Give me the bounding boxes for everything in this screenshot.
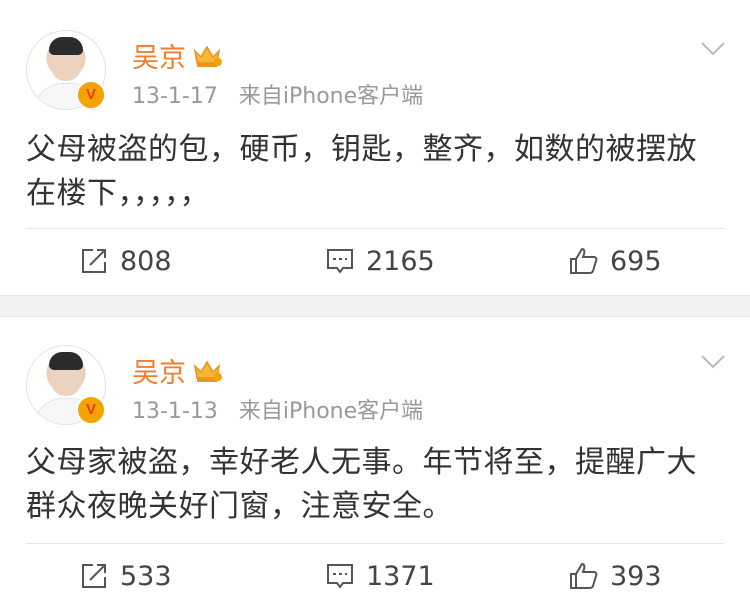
repost-button[interactable]: 808 (0, 236, 250, 286)
repost-count: 533 (120, 560, 172, 592)
repost-icon (82, 249, 106, 273)
avatar[interactable]: V (26, 345, 108, 427)
comment-icon (327, 564, 353, 589)
like-button[interactable]: 695 (500, 236, 750, 286)
like-count: 695 (610, 245, 662, 277)
repost-button[interactable]: 533 (0, 551, 250, 601)
repost-icon (82, 564, 106, 588)
post-card: V 吴京 13-1-17 来自iPhone客户端 父母被盗的包，硬币，钥匙，整齐… (0, 0, 750, 295)
post-text: 父母被盗的包，硬币，钥匙，整齐，如数的被摆放在楼下，，，，， (26, 132, 697, 211)
like-button[interactable]: 393 (500, 551, 750, 601)
thumbs-up-icon (570, 247, 598, 274)
author-row: 吴京 (132, 36, 222, 75)
author-row: 吴京 (132, 351, 222, 390)
author-name[interactable]: 吴京 (132, 351, 186, 390)
action-bar: 533 1371 393 (0, 551, 750, 601)
post-separator (0, 295, 750, 317)
post-meta: 13-1-13 来自iPhone客户端 (132, 393, 423, 425)
post-time: 13-1-17 (132, 84, 218, 109)
comment-button[interactable]: 2165 (250, 236, 500, 286)
comment-button[interactable]: 1371 (250, 551, 500, 601)
verified-badge-icon: V (76, 80, 106, 110)
comment-count: 1371 (366, 560, 435, 592)
post-source: 来自iPhone客户端 (238, 84, 424, 109)
weibo-feed: V 吴京 13-1-17 来自iPhone客户端 父母被盗的包，硬币，钥匙，整齐… (0, 0, 750, 609)
action-bar: 808 2165 695 (0, 236, 750, 286)
post-meta: 13-1-17 来自iPhone客户端 (132, 78, 423, 110)
comment-count: 2165 (366, 245, 435, 277)
author-name[interactable]: 吴京 (132, 36, 186, 75)
thumbs-up-icon (570, 562, 598, 589)
chevron-down-icon[interactable] (700, 40, 726, 58)
divider (26, 543, 724, 544)
divider (26, 228, 724, 229)
post-text: 父母家被盗，幸好老人无事。年节将至，提醒广大群众夜晚关好门窗，注意安全。 (26, 445, 697, 524)
post-time: 13-1-13 (132, 399, 218, 424)
crown-icon (193, 360, 222, 382)
chevron-down-icon[interactable] (700, 353, 726, 371)
post-card: V 吴京 13-1-13 来自iPhone客户端 父母家被盗，幸好老人无事。年节… (0, 317, 750, 609)
verified-badge-icon: V (76, 395, 106, 425)
comment-icon (327, 249, 353, 274)
repost-count: 808 (120, 245, 172, 277)
like-count: 393 (610, 560, 662, 592)
crown-icon (193, 45, 222, 67)
avatar[interactable]: V (26, 30, 108, 112)
post-source: 来自iPhone客户端 (238, 399, 424, 424)
